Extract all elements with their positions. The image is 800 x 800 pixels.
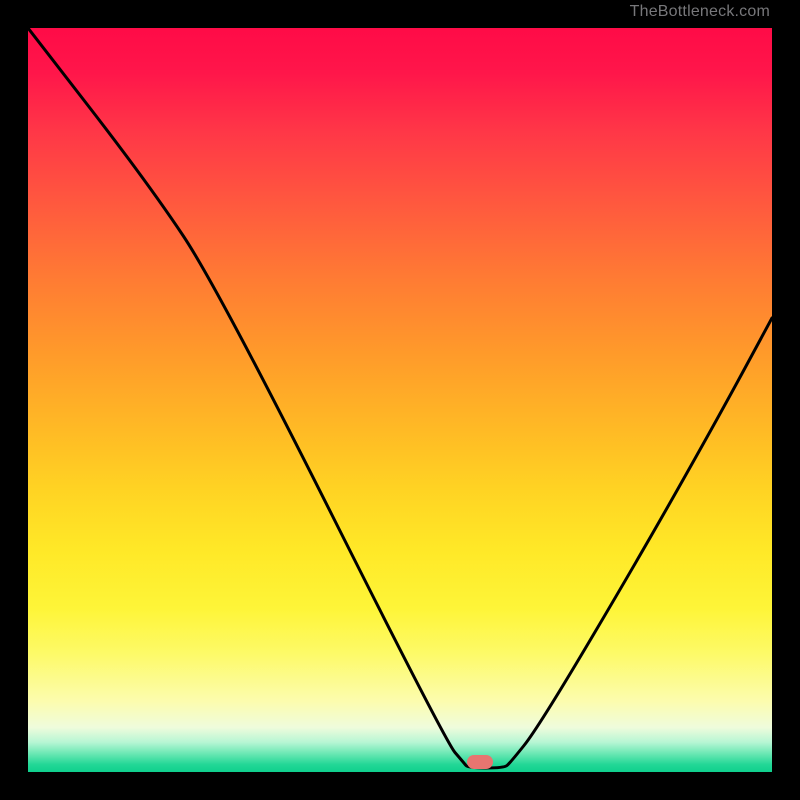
- gradient-plot-area: [28, 28, 772, 772]
- chart-frame: TheBottleneck.com: [0, 0, 800, 800]
- optimal-point-marker: [467, 755, 493, 769]
- attribution-text: TheBottleneck.com: [630, 3, 770, 21]
